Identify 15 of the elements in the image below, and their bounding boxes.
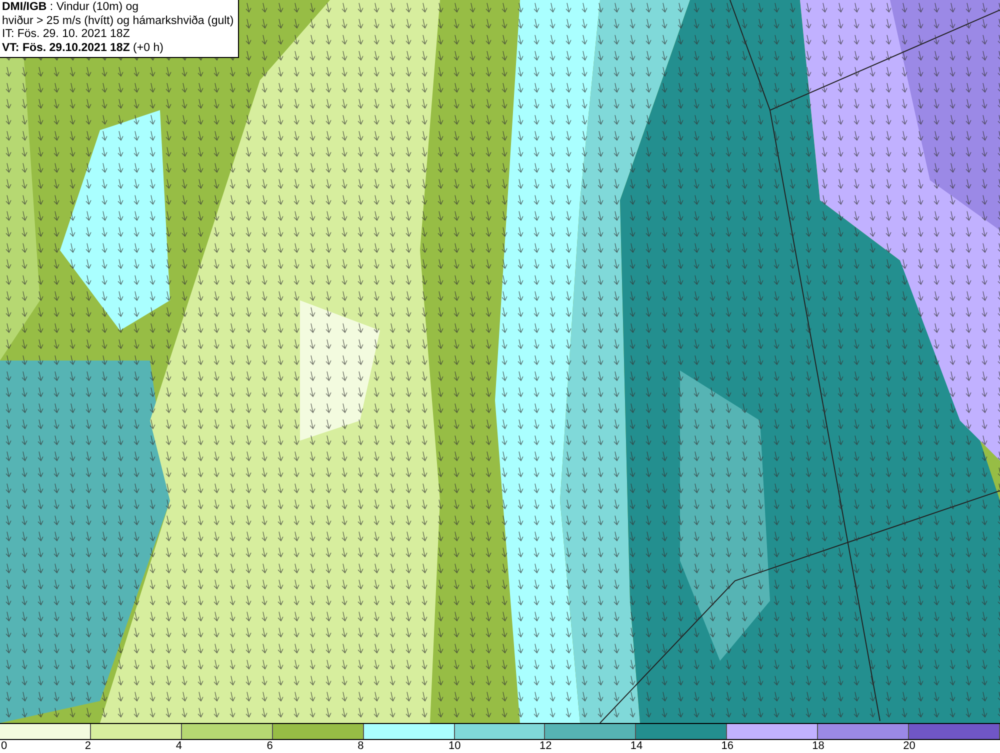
- title-line: DMI/IGB : Vindur (10m) og: [2, 1, 140, 14]
- scale-label: 2: [84, 740, 92, 752]
- scale-label: 4: [176, 740, 182, 752]
- scale-label: 20: [903, 740, 916, 752]
- scale-label: 10: [448, 740, 461, 752]
- scale-label: 6: [266, 740, 273, 752]
- scale-label: 16: [721, 740, 734, 752]
- scale-label: 14: [630, 740, 643, 752]
- title-line: IT: Fös. 29. 10. 2021 18Z: [2, 28, 131, 42]
- scale-label: 18: [812, 740, 824, 752]
- scale-label: 8: [358, 740, 364, 752]
- title-line: VT: Fös. 29.10.2021 18Z (+0 h): [2, 42, 164, 55]
- scale-label: 0: [1, 740, 8, 752]
- scale-label: 12: [539, 740, 552, 752]
- title-line: hviður > 25 m/s (hvítt) og hámarkshviða (gult): [2, 14, 234, 28]
